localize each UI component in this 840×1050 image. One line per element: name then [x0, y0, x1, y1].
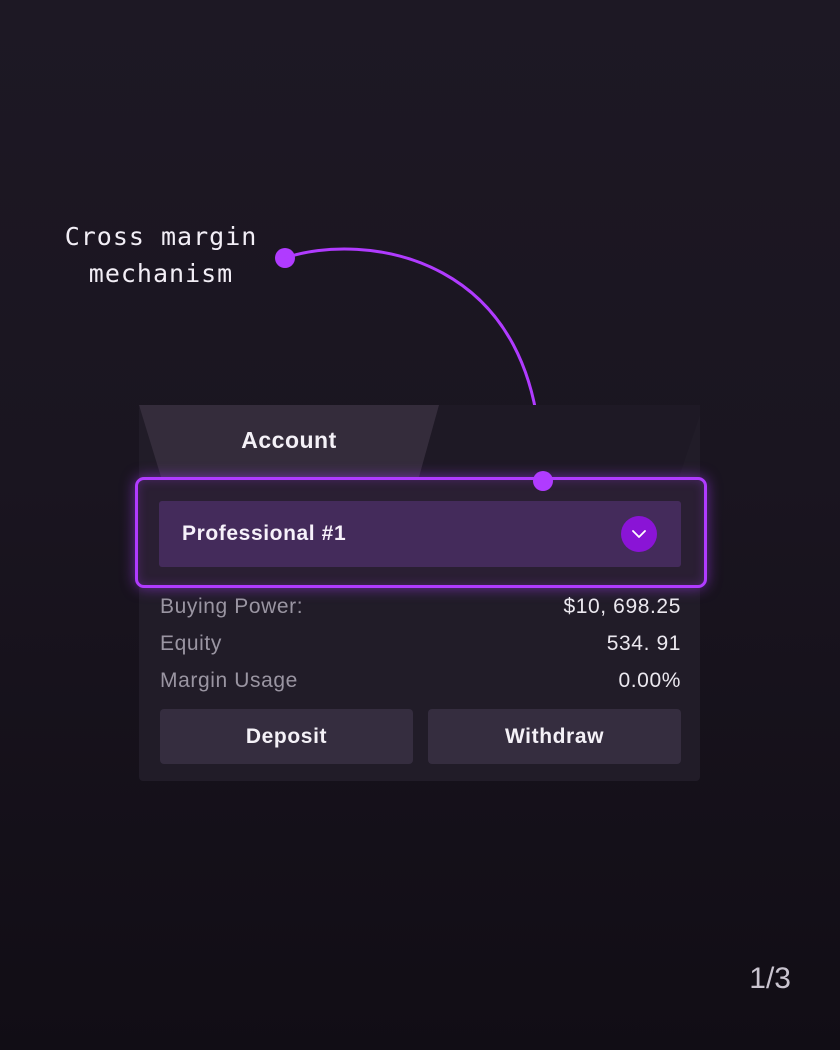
- account-select-highlight: Professional #1: [135, 471, 707, 588]
- stat-value: $10, 698.25: [563, 594, 681, 618]
- withdraw-button[interactable]: Withdraw: [428, 709, 681, 764]
- stat-margin-usage: Margin Usage 0.00%: [160, 662, 681, 699]
- stat-label: Margin Usage: [160, 668, 298, 692]
- chevron-down-icon[interactable]: [621, 516, 657, 552]
- stat-value: 0.00%: [618, 668, 681, 692]
- account-actions: Deposit Withdraw: [160, 709, 681, 764]
- annotation-start-dot: [275, 248, 295, 268]
- stat-label: Equity: [160, 631, 222, 655]
- deposit-button[interactable]: Deposit: [160, 709, 413, 764]
- annotation-end-dot: [533, 471, 553, 491]
- page-indicator: 1/3: [749, 962, 791, 995]
- stat-equity: Equity 534. 91: [160, 625, 681, 662]
- annotation-line-1: Cross margin: [64, 222, 258, 251]
- annotation-line-2: mechanism: [88, 259, 234, 288]
- annotation-label: Cross margin mechanism: [56, 218, 266, 292]
- account-select-value: Professional #1: [182, 522, 347, 545]
- tab-account[interactable]: Account: [209, 427, 369, 454]
- stat-label: Buying Power:: [160, 594, 304, 618]
- stat-value: 534. 91: [606, 631, 681, 655]
- account-stats: Buying Power: $10, 698.25 Equity 534. 91…: [160, 588, 681, 699]
- tab-inactive: [419, 405, 700, 477]
- account-select[interactable]: Professional #1: [159, 501, 681, 567]
- stat-buying-power: Buying Power: $10, 698.25: [160, 588, 681, 625]
